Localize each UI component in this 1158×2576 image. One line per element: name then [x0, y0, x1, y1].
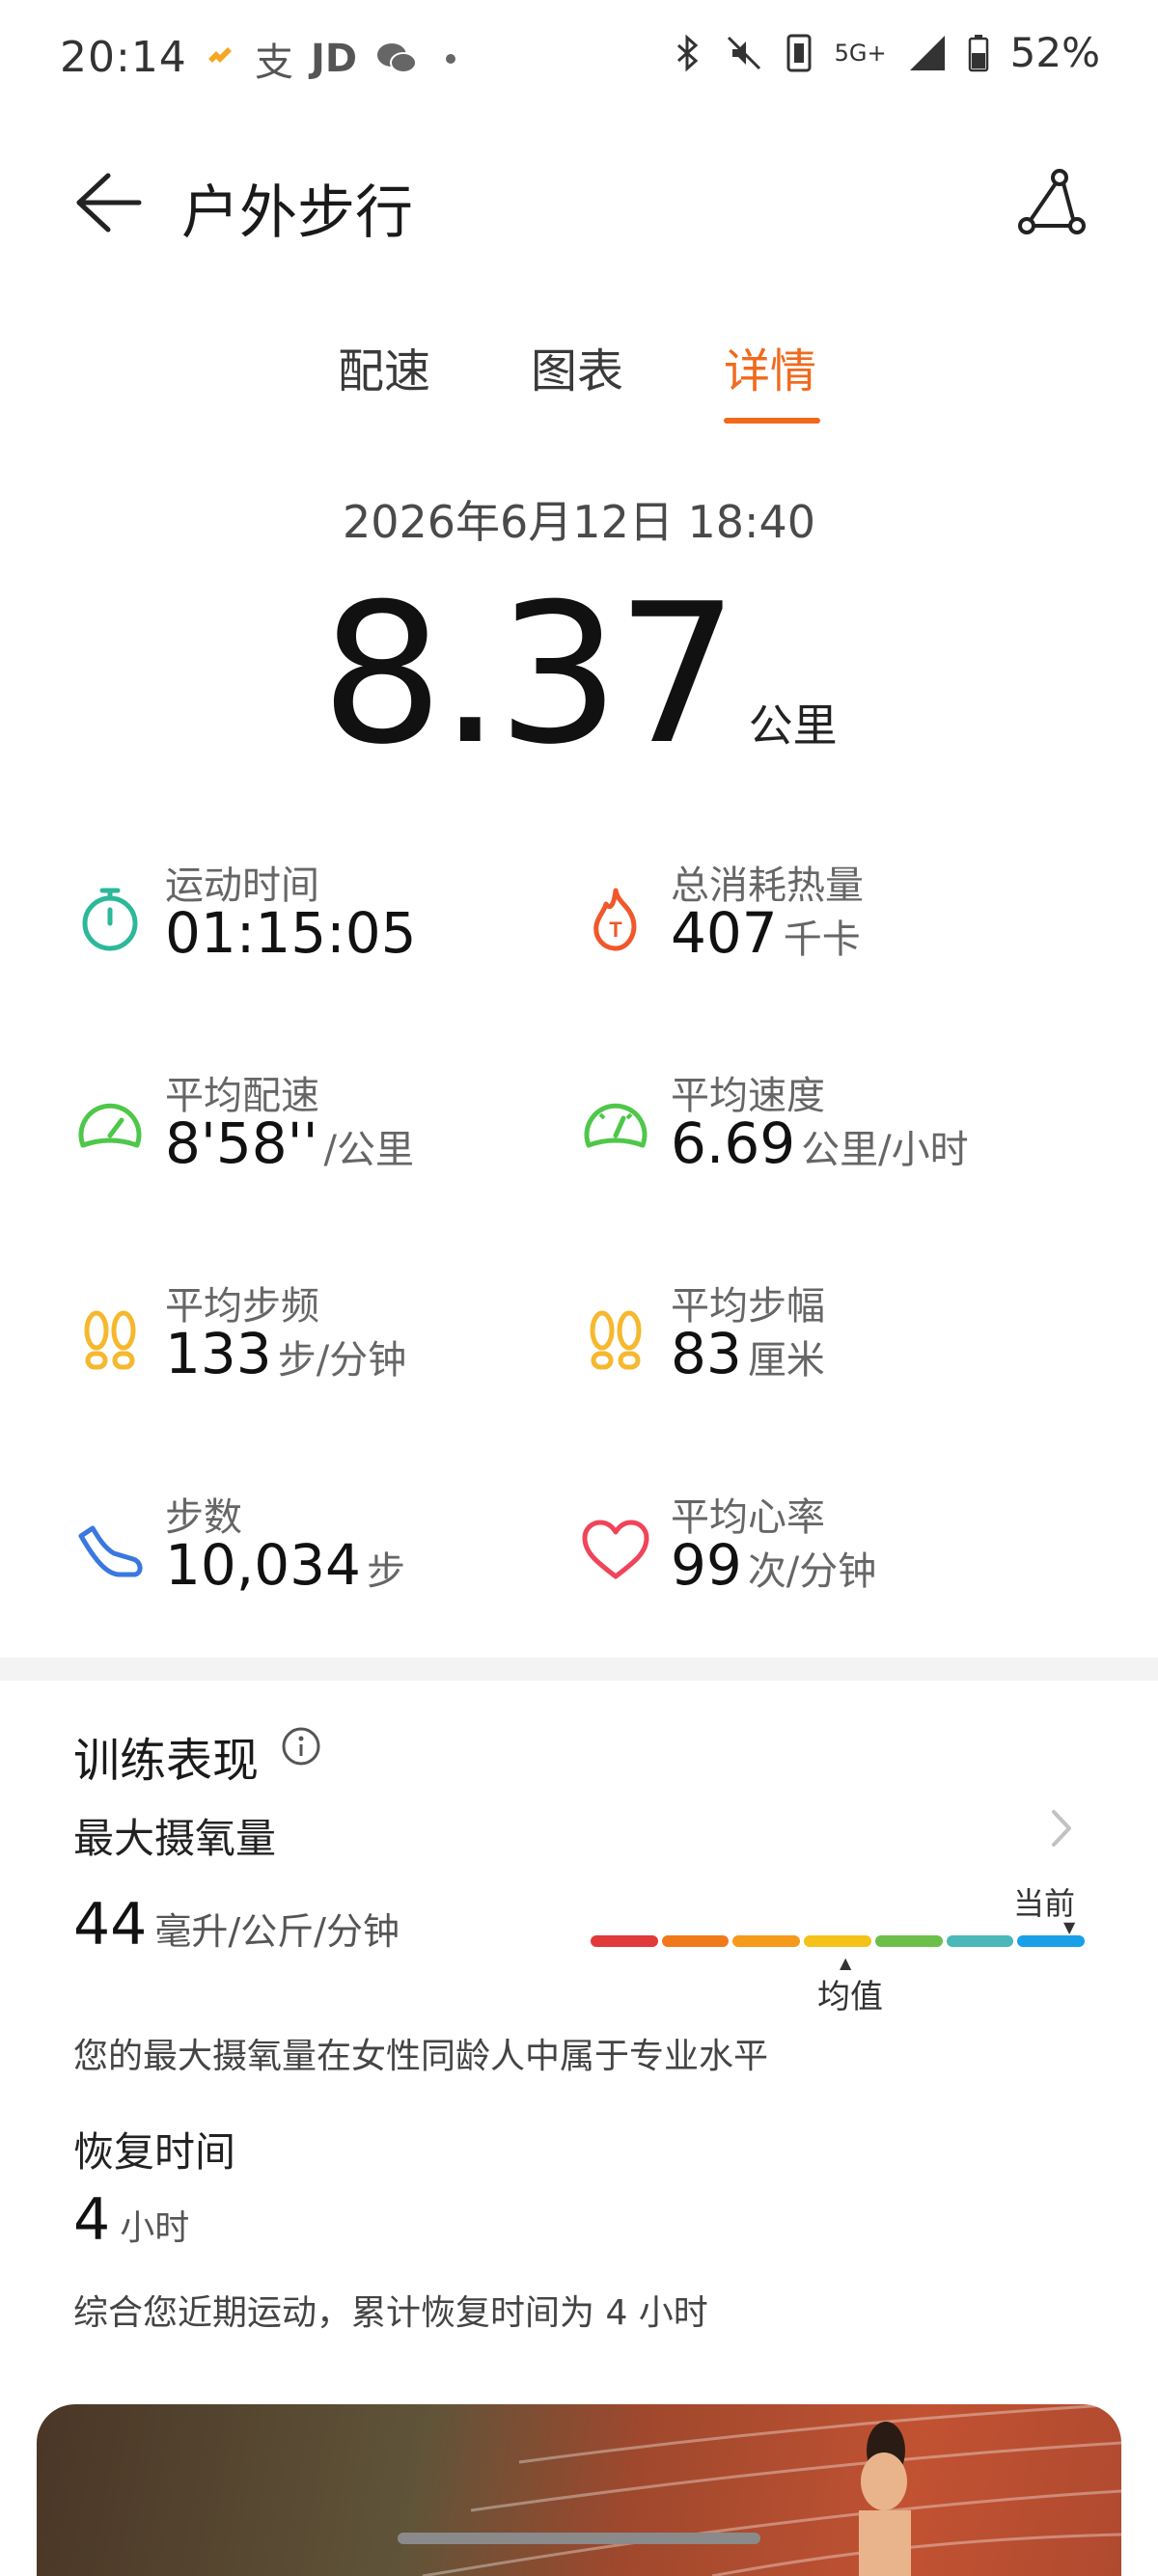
recovery-label: 恢复时间 [73, 2128, 236, 2176]
metric-steps: 步数 10,034 步 [73, 1486, 575, 1621]
metric-unit: 步 [366, 1549, 405, 1594]
metric-avg-heart-rate: 平均心率 99 次/分钟 [579, 1486, 1081, 1621]
footprints-icon [84, 1310, 136, 1370]
metric-avg-stride: 平均步幅 83 厘米 [579, 1274, 1081, 1410]
app-header: 户外步行 [0, 145, 1158, 260]
battery-percent: 52% [1009, 29, 1100, 76]
distance-unit: 公里 [748, 699, 838, 752]
metric-unit: /公里 [323, 1128, 415, 1172]
huawei-health-icon [208, 47, 232, 63]
metric-number: 99 [671, 1532, 742, 1598]
scale-segment [804, 1935, 871, 1947]
metric-avg-speed: 平均速度 6.69 公里/小时 [579, 1064, 1081, 1199]
flame-icon: T [593, 888, 637, 951]
metric-unit: 厘米 [747, 1338, 825, 1383]
shoe-icon [78, 1525, 143, 1577]
notification-icons: 支 JD [203, 31, 465, 87]
bluetooth-icon [676, 34, 698, 71]
heart-icon [582, 1520, 649, 1579]
battery-icon [968, 34, 988, 71]
tab-bar: 配速 图表 详情 [0, 333, 1158, 429]
route-icon[interactable] [1013, 164, 1090, 241]
recovery-number: 4 [73, 2186, 111, 2254]
workout-datetime: 2026年6月12日 18:40 [342, 496, 816, 548]
metric-unit: 次/分钟 [747, 1549, 877, 1594]
vo2max-scale [591, 1935, 1086, 1947]
metric-unit: 千卡 [783, 918, 861, 962]
metric-value: 01:15:05 [165, 900, 423, 966]
mute-icon [727, 36, 760, 69]
metric-calories: T 总消耗热量 407 千卡 [579, 854, 1081, 989]
promo-banner[interactable] [37, 2404, 1121, 2576]
recovery-value: 4 小时 [73, 2186, 189, 2254]
scale-average-label: 均值 [817, 1978, 883, 2016]
recovery-unit: 小时 [120, 2208, 190, 2248]
metric-value: 83 厘米 [671, 1321, 825, 1386]
home-indicator[interactable] [398, 2533, 760, 2544]
distance-summary: 8.37 公里 [0, 579, 1158, 772]
recovery-description: 综合您近期运动，累计恢复时间为 4 小时 [73, 2293, 708, 2333]
distance-value: 8.37 [320, 562, 738, 787]
tab-details[interactable]: 详情 [724, 333, 816, 400]
chevron-right-icon[interactable] [1042, 1804, 1081, 1852]
vo2max-number: 44 [73, 1891, 148, 1959]
vo2max-label[interactable]: 最大摄氧量 [73, 1806, 276, 1865]
scale-segment [946, 1935, 1014, 1947]
page-title: 户外步行 [181, 179, 413, 247]
metric-value: 99 次/分钟 [671, 1532, 876, 1598]
alipay-icon: 支 [255, 41, 293, 85]
metric-value: 133 步/分钟 [165, 1321, 406, 1386]
nfc-icon [786, 34, 812, 71]
status-time: 20:14 [60, 33, 187, 82]
scale-segment [732, 1935, 801, 1947]
stopwatch-icon [82, 888, 138, 951]
footprints-icon [590, 1310, 642, 1370]
signal-icon [909, 35, 945, 70]
metric-number: 01:15:05 [165, 900, 417, 966]
scale-segment [1017, 1935, 1086, 1947]
running-track-image [422, 2404, 1121, 2576]
gauge-icon [584, 1103, 648, 1148]
metric-avg-pace: 平均配速 8'58''/公里 [73, 1064, 575, 1199]
system-icons: 5G+ 52% [671, 29, 1100, 76]
vo2max-unit: 毫升/公斤/分钟 [154, 1910, 400, 1953]
dot-icon [446, 54, 456, 64]
scale-segment [591, 1935, 658, 1947]
metric-number: 6.69 [671, 1110, 796, 1176]
metric-number: 133 [165, 1321, 272, 1386]
info-icon[interactable] [280, 1725, 322, 1768]
metric-number: 8'58'' [165, 1110, 318, 1176]
metric-value: 10,034 步 [165, 1532, 405, 1598]
back-arrow-icon[interactable] [71, 170, 145, 235]
metric-number: 83 [671, 1321, 742, 1386]
svg-text:T: T [609, 918, 622, 942]
jd-icon: JD [311, 37, 358, 81]
training-section-title: 训练表现 [73, 1734, 260, 1788]
scale-segment [874, 1935, 943, 1947]
metric-value: 8'58''/公里 [165, 1110, 414, 1176]
current-marker-icon: ▼ [1063, 1918, 1076, 1936]
metric-number: 407 [671, 900, 778, 966]
section-divider [0, 1658, 1158, 1681]
scale-segment [661, 1935, 730, 1947]
metric-unit: 公里/小时 [801, 1128, 969, 1172]
active-tab-indicator [724, 418, 820, 424]
metric-value: 407 千卡 [671, 900, 861, 966]
tab-charts[interactable]: 图表 [531, 333, 623, 400]
status-bar: 20:14 支 JD 5G+ 52% [0, 0, 1158, 116]
metric-avg-cadence: 平均步频 133 步/分钟 [73, 1274, 575, 1410]
metric-value: 6.69 公里/小时 [671, 1110, 969, 1176]
wechat-icon [377, 43, 418, 73]
metric-unit: 步/分钟 [277, 1338, 407, 1383]
5g-icon: 5G+ [834, 39, 887, 67]
speedometer-icon [78, 1103, 142, 1148]
metric-number: 10,034 [165, 1532, 361, 1598]
vo2max-description: 您的最大摄氧量在女性同龄人中属于专业水平 [73, 2037, 769, 2076]
vo2max-value: 44 毫升/公斤/分钟 [73, 1891, 400, 1959]
metric-duration: 运动时间 01:15:05 [73, 854, 575, 989]
tab-pace[interactable]: 配速 [338, 333, 430, 400]
